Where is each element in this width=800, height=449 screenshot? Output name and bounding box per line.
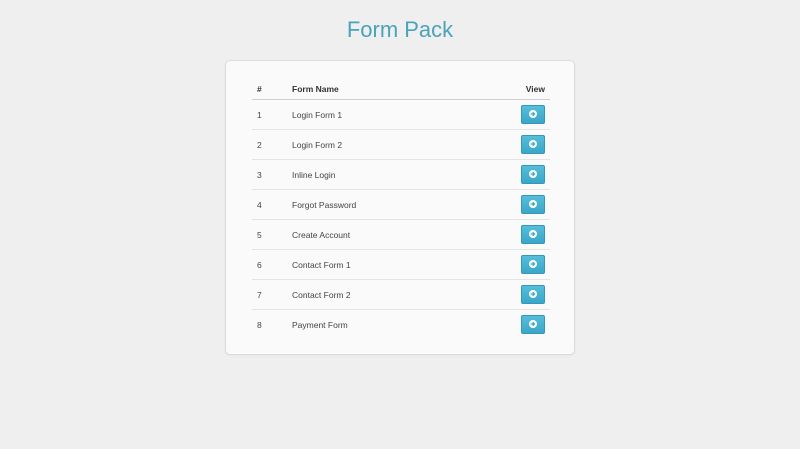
row-number: 4 xyxy=(252,189,287,220)
row-number: 8 xyxy=(257,319,262,330)
arrow-right-circle-icon xyxy=(529,140,537,148)
view-button[interactable] xyxy=(521,105,545,124)
row-number: 1 xyxy=(252,99,287,130)
row-number: 3 xyxy=(252,159,287,190)
view-button[interactable] xyxy=(521,285,545,304)
table-header-row: # Form Name View xyxy=(252,79,550,100)
arrow-right-circle-icon xyxy=(529,230,537,238)
forms-card: # Form Name View 1 Login Form 1 2 Login … xyxy=(225,60,575,355)
row-form-name: Contact Form 1 xyxy=(287,249,492,280)
arrow-right-circle-icon xyxy=(529,290,537,298)
table-row: 3 Inline Login xyxy=(252,159,550,190)
row-form-name: Payment Form xyxy=(292,319,348,330)
view-button[interactable] xyxy=(521,135,545,154)
header-form-name: Form Name xyxy=(287,79,492,100)
row-number: 6 xyxy=(252,249,287,280)
arrow-right-circle-icon xyxy=(529,110,537,118)
row-number: 7 xyxy=(252,279,287,310)
view-button[interactable] xyxy=(521,165,545,184)
table-row: 8 Payment Form xyxy=(252,310,550,340)
arrow-right-circle-icon xyxy=(529,200,537,208)
view-button[interactable] xyxy=(521,255,545,274)
table-row: 5 Create Account xyxy=(252,219,550,250)
row-form-name: Contact Form 2 xyxy=(287,279,492,310)
row-form-name: Create Account xyxy=(287,219,492,250)
view-button[interactable] xyxy=(521,315,545,334)
table-row: 6 Contact Form 1 xyxy=(252,249,550,280)
table-row: 4 Forgot Password xyxy=(252,189,550,220)
row-number: 5 xyxy=(252,219,287,250)
table-row: 7 Contact Form 2 xyxy=(252,279,550,310)
row-form-name: Inline Login xyxy=(287,159,492,190)
view-button[interactable] xyxy=(521,195,545,214)
row-number: 2 xyxy=(252,129,287,160)
view-button[interactable] xyxy=(521,225,545,244)
arrow-right-circle-icon xyxy=(529,320,537,328)
row-form-name: Forgot Password xyxy=(287,189,492,220)
table-row: 1 Login Form 1 xyxy=(252,99,550,130)
row-form-name: Login Form 1 xyxy=(287,99,492,130)
header-view: View xyxy=(492,79,550,100)
table-row: 2 Login Form 2 xyxy=(252,129,550,160)
arrow-right-circle-icon xyxy=(529,170,537,178)
header-number: # xyxy=(252,79,287,100)
arrow-right-circle-icon xyxy=(529,260,537,268)
forms-table: # Form Name View 1 Login Form 1 2 Login … xyxy=(252,79,550,339)
page-title: Form Pack xyxy=(346,17,454,42)
page: Form Pack # Form Name View 1 Login Form … xyxy=(0,0,800,449)
row-form-name: Login Form 2 xyxy=(287,129,492,160)
